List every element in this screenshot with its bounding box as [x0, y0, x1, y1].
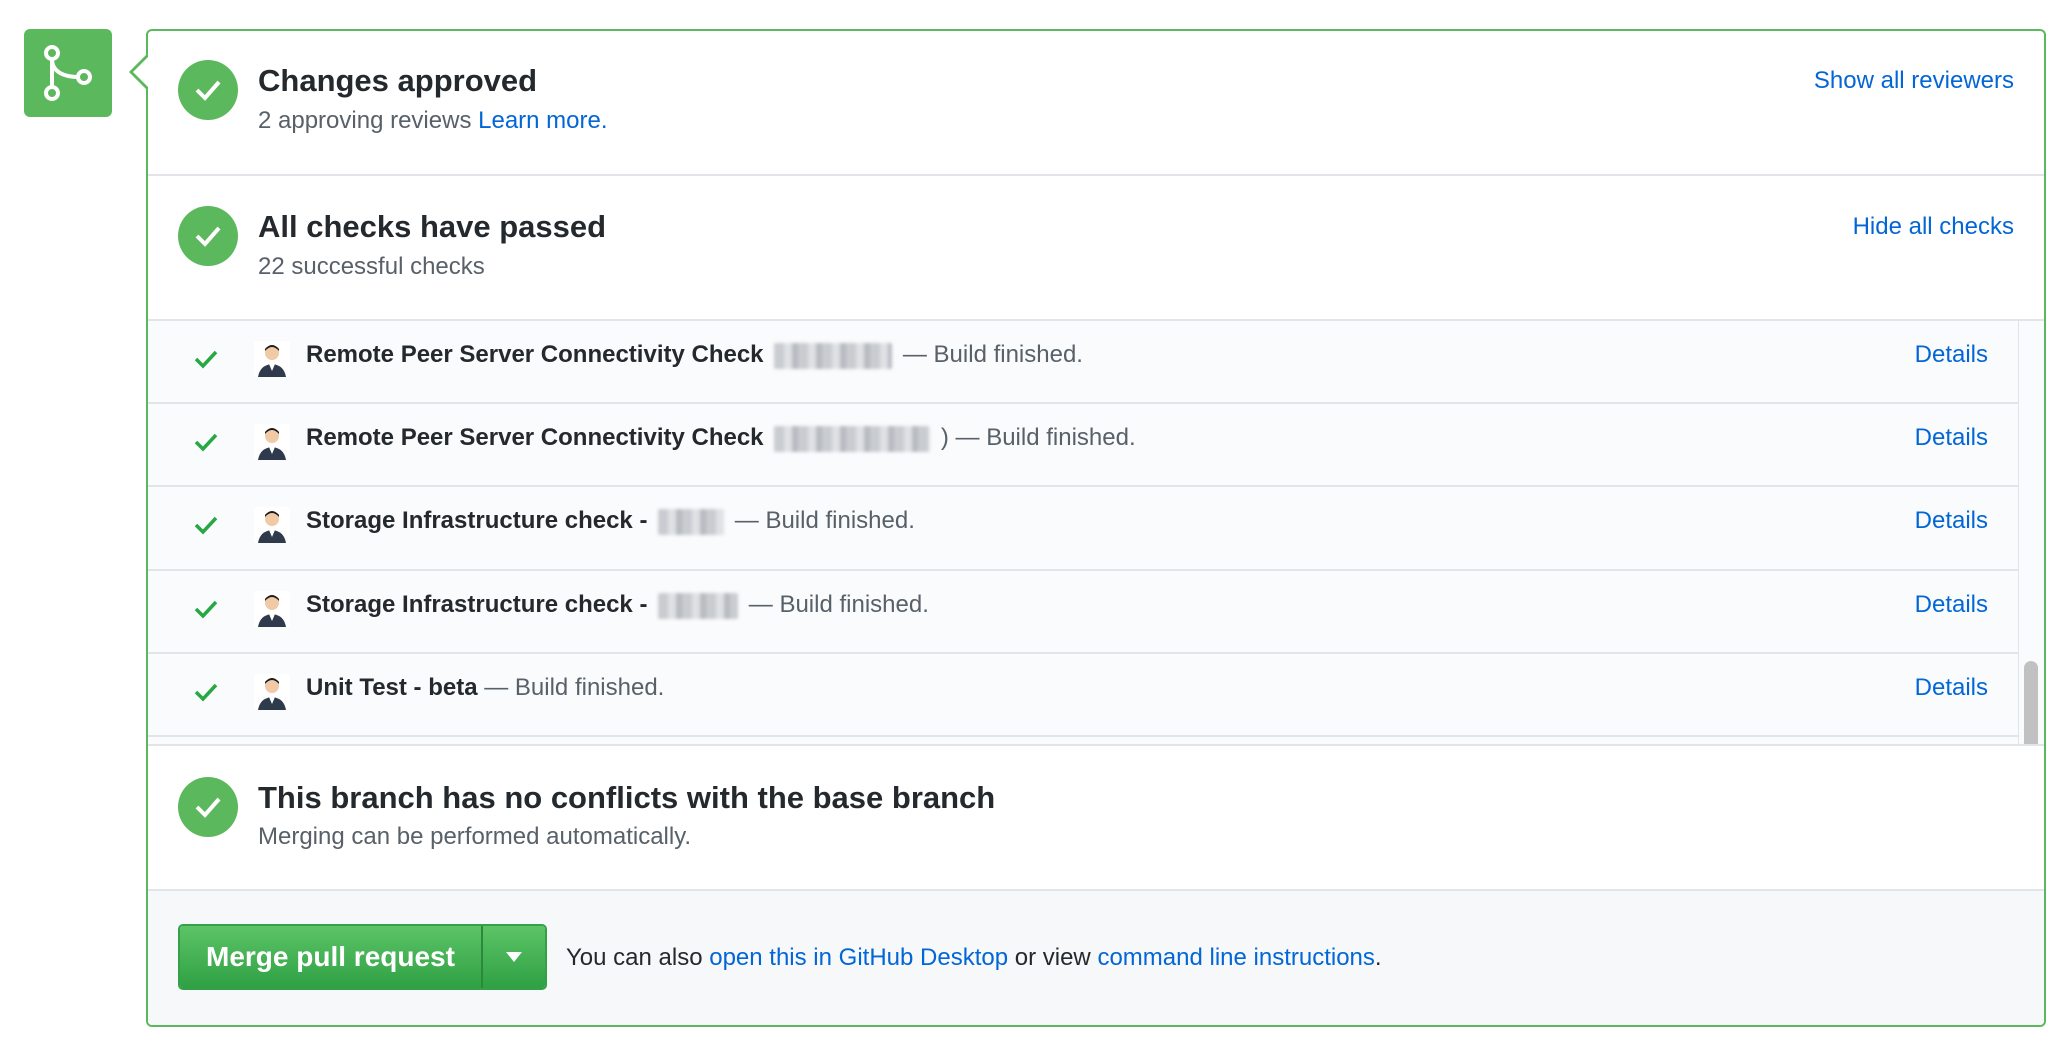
check-name: Remote Peer Server Connectivity Check — [306, 424, 764, 451]
redacted-text — [658, 508, 725, 535]
checks-scrollbar[interactable] — [2018, 321, 2044, 744]
merge-method-dropdown[interactable] — [480, 926, 545, 988]
reviews-section: Changes approved 2 approving reviews Lea… — [148, 31, 2044, 176]
check-icon — [194, 600, 218, 619]
conflicts-title: This branch has no conflicts with the ba… — [258, 780, 996, 815]
avatar — [254, 591, 290, 627]
checks-title: All checks have passed — [258, 209, 607, 244]
check-row: Storage Infrastructure check - — Build f… — [148, 487, 2018, 571]
avatar — [254, 507, 290, 543]
reviews-subtitle: 2 approving reviews Learn more. — [258, 107, 608, 135]
reviews-count: 2 approving reviews — [258, 107, 472, 134]
show-all-reviewers-link[interactable]: Show all reviewers — [1814, 67, 2014, 95]
merge-alt-suffix: . — [1374, 944, 1382, 971]
check-row-text: Unit Test - beta — Build finished. — [306, 674, 664, 702]
checks-section: All checks have passed 22 successful che… — [148, 176, 2044, 321]
check-circle-icon — [178, 206, 238, 266]
redacted-text — [658, 592, 739, 619]
command-line-instructions-link[interactable]: command line instructions — [1097, 944, 1374, 971]
conflicts-section: This branch has no conflicts with the ba… — [148, 746, 2044, 891]
redacted-text — [774, 342, 893, 369]
check-status: — Build finished. — [748, 591, 929, 618]
check-row: Storage Infrastructure check - — Build f… — [148, 571, 2018, 654]
check-icon — [194, 683, 218, 702]
scrollbar-thumb[interactable] — [2024, 661, 2038, 744]
check-name: Remote Peer Server Connectivity Check — [306, 341, 764, 368]
check-row: Unit Test - beta — Build finished. Detai… — [148, 654, 2018, 737]
check-name: Storage Infrastructure check - — [306, 591, 648, 618]
check-status: — Build finished. — [902, 341, 1083, 368]
hide-all-checks-link[interactable]: Hide all checks — [1853, 213, 2014, 241]
check-row-text: Storage Infrastructure check - — Build f… — [306, 507, 915, 535]
github-desktop-link[interactable]: open this in GitHub Desktop — [709, 944, 1008, 971]
details-link[interactable]: Details — [1915, 674, 1988, 702]
check-row-text: Storage Infrastructure check - — Build f… — [306, 591, 929, 619]
conflicts-subtitle: Merging can be performed automatically. — [258, 823, 692, 850]
git-merge-icon — [24, 29, 112, 117]
merge-button-group: Merge pull request — [178, 924, 547, 990]
check-row: Remote Peer Server Connectivity Check — … — [148, 321, 2018, 404]
merge-alt-prefix: You can also — [566, 944, 703, 971]
learn-more-link[interactable]: Learn more. — [478, 107, 607, 134]
details-link[interactable]: Details — [1915, 507, 1988, 535]
check-status: — Build finished. — [484, 674, 665, 701]
check-circle-icon — [178, 60, 238, 120]
check-row-text: Remote Peer Server Connectivity Check — … — [306, 341, 1083, 369]
avatar — [254, 341, 290, 377]
checks-subtitle: 22 successful checks — [258, 253, 485, 280]
details-link[interactable]: Details — [1915, 341, 1988, 369]
checks-list[interactable]: Remote Peer Server Connectivity Check — … — [148, 321, 2044, 746]
details-link[interactable]: Details — [1915, 424, 1988, 452]
mergebox-pointer-inner — [133, 56, 149, 88]
check-status: ) — Build finished. — [940, 424, 1136, 451]
check-name: Storage Infrastructure check - — [306, 507, 648, 534]
check-icon — [194, 350, 218, 369]
triangle-down-icon — [505, 952, 522, 962]
git-merge-icon-glyph — [44, 45, 92, 101]
merge-alt-middle: or view — [1014, 944, 1091, 971]
merge-alternatives: You can also open this in GitHub Desktop… — [566, 944, 1382, 972]
merge-box: Changes approved 2 approving reviews Lea… — [146, 29, 2046, 1027]
avatar — [254, 424, 290, 460]
check-circle-icon — [178, 777, 238, 837]
merge-footer: Merge pull request You can also open thi… — [148, 891, 2044, 1025]
check-row: Remote Peer Server Connectivity Check ) … — [148, 404, 2018, 487]
avatar — [254, 674, 290, 710]
check-icon — [194, 433, 218, 452]
redacted-text — [774, 425, 931, 452]
merge-pull-request-button[interactable]: Merge pull request — [180, 926, 481, 988]
check-status: — Build finished. — [734, 507, 915, 534]
reviews-title: Changes approved — [258, 63, 538, 98]
check-row-text: Remote Peer Server Connectivity Check ) … — [306, 424, 1136, 452]
details-link[interactable]: Details — [1915, 591, 1988, 619]
check-icon — [194, 516, 218, 535]
check-name: Unit Test - beta — [306, 674, 478, 701]
